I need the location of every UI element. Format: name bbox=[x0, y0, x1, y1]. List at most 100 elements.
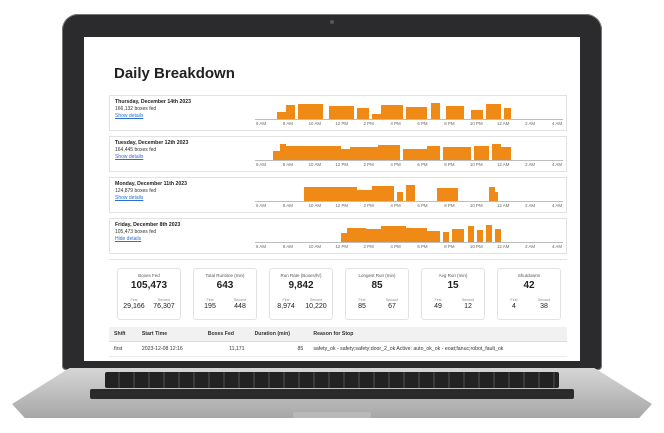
stat-title: Avg Run (min) bbox=[438, 273, 468, 278]
day-boxes-fed: 166,132 boxes fed bbox=[115, 106, 157, 112]
hour-tick-label: 6 PM bbox=[417, 244, 428, 249]
col-duration[interactable]: Duration (min) bbox=[249, 327, 309, 342]
run-bar[interactable] bbox=[442, 232, 450, 242]
first-shift-label: First bbox=[282, 298, 290, 302]
run-bar[interactable] bbox=[405, 107, 428, 119]
run-bar[interactable] bbox=[445, 106, 465, 119]
run-bar[interactable] bbox=[372, 186, 394, 201]
second-shift-label: Second bbox=[233, 298, 247, 302]
second-shift-label: Second bbox=[309, 298, 323, 302]
run-bar[interactable] bbox=[381, 226, 406, 242]
run-bar[interactable] bbox=[495, 229, 502, 242]
run-bar[interactable] bbox=[476, 230, 483, 242]
run-bar[interactable] bbox=[467, 226, 474, 242]
hour-tick-label: 12 PM bbox=[335, 244, 349, 249]
stat-card: Avg Run (min) 15 First Second 49 12 bbox=[421, 268, 485, 320]
hour-tick-label: 12 PM bbox=[335, 162, 349, 167]
stat-title: Boxes Fed bbox=[138, 273, 160, 278]
run-bar[interactable] bbox=[427, 146, 440, 160]
hour-tick-label: 6 AM bbox=[255, 162, 267, 167]
run-bar[interactable] bbox=[304, 187, 357, 201]
second-shift-label: Second bbox=[537, 298, 551, 302]
day-boxes-fed: 164,445 boxes fed bbox=[115, 147, 157, 153]
run-bar[interactable] bbox=[486, 225, 493, 242]
run-bar[interactable] bbox=[356, 190, 373, 201]
col-reason[interactable]: Reason for Stop bbox=[308, 327, 567, 342]
run-bar[interactable] bbox=[396, 192, 403, 201]
toggle-details-link[interactable]: Hide details bbox=[115, 236, 141, 242]
second-shift-label: Second bbox=[461, 298, 475, 302]
hour-tick-label: 2 PM bbox=[363, 121, 374, 126]
hour-tick-label: 8 AM bbox=[282, 121, 293, 126]
run-bar[interactable] bbox=[378, 145, 400, 160]
run-bar[interactable] bbox=[341, 149, 351, 160]
day-row: Thursday, December 14th 2023 166,132 boxe… bbox=[109, 95, 567, 131]
run-bar[interactable] bbox=[436, 188, 459, 201]
first-shift-value: 49 bbox=[434, 303, 442, 310]
run-bar[interactable] bbox=[381, 105, 403, 119]
run-bar[interactable] bbox=[402, 149, 428, 160]
first-shift-value: 85 bbox=[358, 303, 366, 310]
hour-tick-label: 10 AM bbox=[308, 244, 322, 249]
run-bar[interactable] bbox=[285, 146, 317, 160]
cell-duration: 85 bbox=[249, 341, 309, 357]
col-start-time[interactable]: Start Time bbox=[136, 327, 203, 342]
run-bar[interactable] bbox=[495, 192, 499, 201]
run-bar[interactable] bbox=[504, 108, 511, 119]
hour-tick-label: 2 AM bbox=[525, 203, 536, 208]
run-bar[interactable] bbox=[405, 185, 416, 201]
run-bar[interactable] bbox=[285, 105, 296, 119]
hour-tick-label: 10 PM bbox=[469, 244, 483, 249]
run-bar[interactable] bbox=[427, 231, 440, 242]
toggle-details-link[interactable]: Show details bbox=[115, 154, 143, 160]
second-shift-value: 448 bbox=[234, 303, 246, 310]
day-row: Friday, December 8th 2023 105,473 boxes f… bbox=[109, 218, 567, 254]
stat-value: 15 bbox=[447, 280, 459, 291]
run-bar[interactable] bbox=[316, 146, 342, 160]
run-bar[interactable] bbox=[350, 147, 379, 160]
day-boxes-fed: 105,473 boxes fed bbox=[115, 229, 157, 235]
run-bar[interactable] bbox=[486, 104, 502, 119]
laptop-screen: Daily Breakdown Thursday, December 14th … bbox=[84, 37, 580, 361]
second-shift-value: 76,307 bbox=[153, 303, 175, 310]
run-bar[interactable] bbox=[365, 229, 382, 242]
run-bar[interactable] bbox=[356, 108, 369, 119]
run-bar[interactable] bbox=[442, 147, 471, 160]
hour-tick-label: 6 PM bbox=[417, 162, 428, 167]
stat-title: Longest Run (min) bbox=[358, 273, 396, 278]
table-row[interactable]: first 2023-12-08 12:16 11,171 85 safety_… bbox=[109, 341, 567, 357]
col-boxes-fed[interactable]: Boxes Fed bbox=[202, 327, 250, 342]
run-bar[interactable] bbox=[473, 146, 490, 160]
cell-boxes-fed: 11,171 bbox=[202, 341, 250, 357]
stat-value: 42 bbox=[523, 280, 535, 291]
run-bar[interactable] bbox=[452, 229, 465, 242]
first-shift-value: 8,974 bbox=[277, 303, 295, 310]
stat-card: Total Runtime (min) 643 First Second 195 448 bbox=[193, 268, 257, 320]
hour-tick-label: 12 AM bbox=[496, 244, 510, 249]
day-boxes-fed: 124,879 boxes fed bbox=[115, 188, 157, 194]
run-bar[interactable] bbox=[298, 104, 323, 119]
hour-tick-label: 2 AM bbox=[525, 162, 536, 167]
run-bar[interactable] bbox=[430, 103, 440, 119]
run-bar[interactable] bbox=[347, 228, 366, 242]
toggle-details-link[interactable]: Show details bbox=[115, 195, 143, 201]
hour-tick-label: 8 AM bbox=[282, 203, 293, 208]
col-shift[interactable]: Shift bbox=[109, 327, 137, 342]
toggle-details-link[interactable]: Show details bbox=[115, 113, 143, 119]
day-date: Monday, December 11th 2023 bbox=[115, 181, 187, 187]
second-shift-value: 12 bbox=[464, 303, 472, 310]
run-bar[interactable] bbox=[470, 110, 483, 119]
run-bar[interactable] bbox=[276, 112, 286, 119]
run-bar[interactable] bbox=[328, 106, 354, 119]
run-bar[interactable] bbox=[492, 144, 502, 160]
day-date: Friday, December 8th 2023 bbox=[115, 222, 181, 228]
hour-tick-label: 8 PM bbox=[444, 121, 455, 126]
run-bar[interactable] bbox=[501, 147, 511, 160]
stat-value: 9,842 bbox=[288, 280, 314, 291]
hour-tick-label: 4 PM bbox=[390, 203, 401, 208]
hour-tick-label: 10 AM bbox=[308, 121, 322, 126]
run-bar[interactable] bbox=[405, 228, 428, 242]
stat-title: Run Rate (Boxes/hr) bbox=[280, 273, 322, 278]
run-bar[interactable] bbox=[372, 114, 382, 119]
hour-tick-label: 10 PM bbox=[469, 203, 483, 208]
